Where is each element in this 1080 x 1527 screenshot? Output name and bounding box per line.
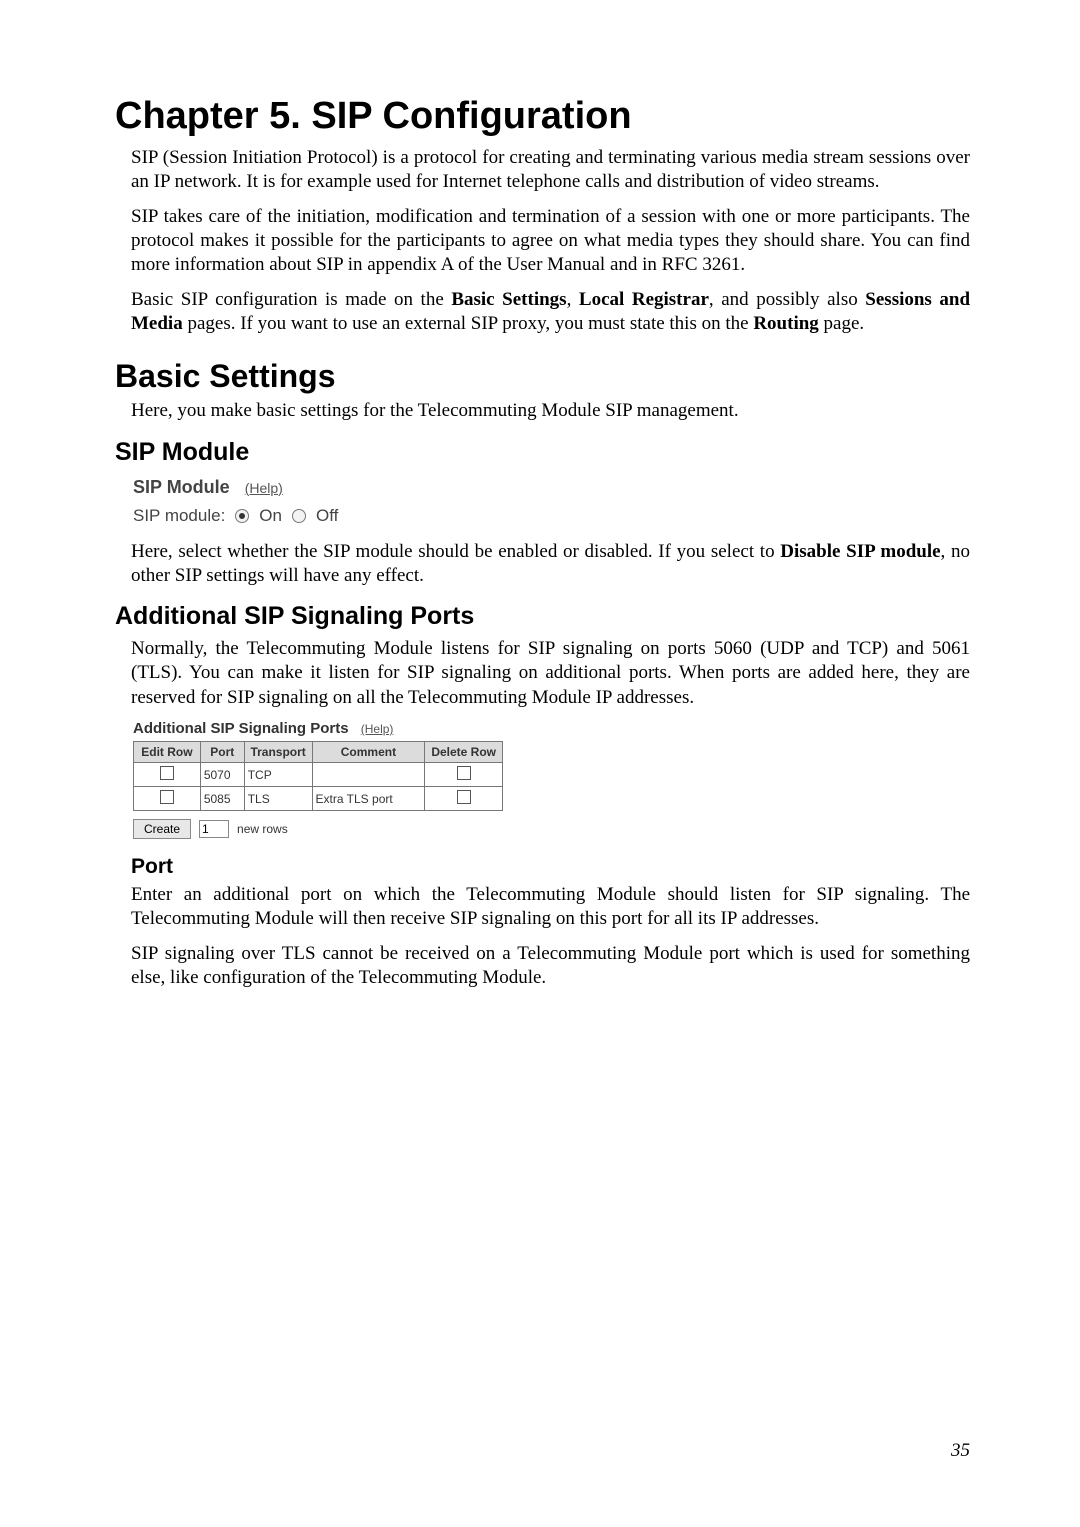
paragraph-intro-1: SIP (Session Initiation Protocol) is a p… [115,146,970,195]
cell-transport: TCP [244,763,312,787]
cell-transport: TLS [244,787,312,811]
radio-sip-on[interactable] [235,509,249,523]
paragraph-additional-ports: Normally, the Telecommuting Module liste… [115,637,970,710]
col-comment: Comment [312,742,425,763]
table-row: 5085 TLS Extra TLS port [134,787,503,811]
help-link[interactable]: (Help) [361,722,394,736]
delete-checkbox[interactable] [457,766,471,780]
subsection-sip-module: SIP Module [115,438,970,467]
radio-sip-on-label: On [259,506,282,526]
delete-checkbox[interactable] [457,790,471,804]
paragraph-intro-2: SIP takes care of the initiation, modifi… [115,205,970,278]
help-link[interactable]: (Help) [245,480,283,496]
create-button[interactable]: Create [133,819,191,839]
radio-sip-off[interactable] [292,509,306,523]
chapter-title: Chapter 5. SIP Configuration [115,95,970,138]
cell-port: 5070 [200,763,244,787]
figure-ports-title: Additional SIP Signaling Ports [133,720,349,737]
col-port: Port [200,742,244,763]
table-row: 5070 TCP [134,763,503,787]
figure-sip-module-title: SIP Module [133,477,230,497]
figure-sip-module: SIP Module (Help) SIP module: On Off [133,477,970,526]
col-transport: Transport [244,742,312,763]
create-rows-input[interactable] [199,820,229,838]
cell-comment [312,763,425,787]
page-number: 35 [951,1440,970,1462]
ports-table: Edit Row Port Transport Comment Delete R… [133,741,503,811]
cell-comment: Extra TLS port [312,787,425,811]
section-basic-settings: Basic Settings [115,358,970,395]
paragraph-intro-3: Basic SIP configuration is made on the B… [115,288,970,337]
figure-additional-ports: Additional SIP Signaling Ports (Help) Ed… [133,720,503,839]
radio-sip-off-label: Off [316,506,338,526]
col-delete-row: Delete Row [425,742,503,763]
paragraph-basic-settings: Here, you make basic settings for the Te… [115,399,970,423]
paragraph-port-1: Enter an additional port on which the Te… [115,883,970,932]
edit-checkbox[interactable] [160,790,174,804]
subsubsection-port: Port [115,855,970,879]
subsection-additional-ports: Additional SIP Signaling Ports [115,602,970,631]
sip-module-label: SIP module: [133,506,225,526]
new-rows-label: new rows [237,822,288,836]
paragraph-sip-module: Here, select whether the SIP module shou… [115,540,970,589]
cell-port: 5085 [200,787,244,811]
paragraph-port-2: SIP signaling over TLS cannot be receive… [115,942,970,991]
edit-checkbox[interactable] [160,766,174,780]
col-edit-row: Edit Row [134,742,201,763]
